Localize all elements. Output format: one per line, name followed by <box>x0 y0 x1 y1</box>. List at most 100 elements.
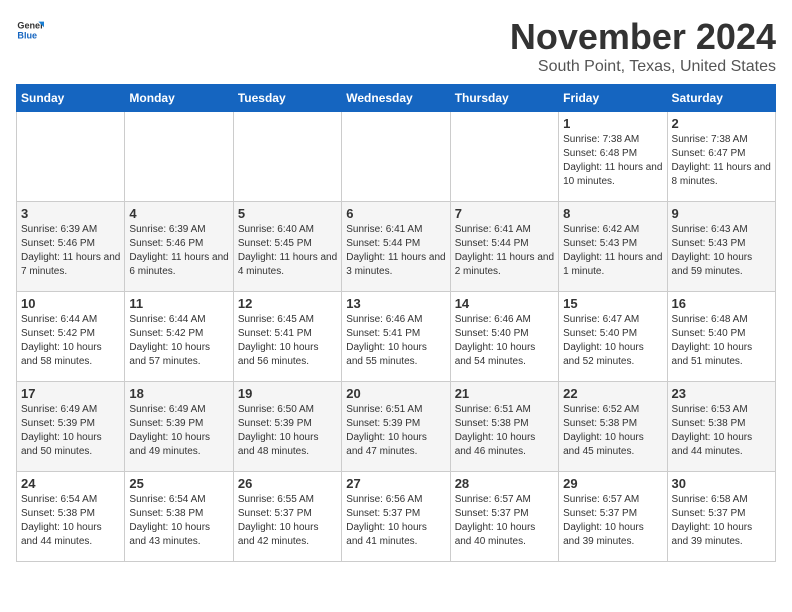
calendar-cell: 20 Sunrise: 6:51 AM Sunset: 5:39 PM Dayli… <box>342 382 450 472</box>
day-number: 9 <box>672 206 771 221</box>
day-number: 27 <box>346 476 445 491</box>
day-info: Sunrise: 6:39 AM Sunset: 5:46 PM Dayligh… <box>129 223 228 279</box>
day-number: 21 <box>455 386 554 401</box>
calendar-cell: 12 Sunrise: 6:45 AM Sunset: 5:41 PM Dayli… <box>233 292 341 382</box>
day-number: 5 <box>238 206 337 221</box>
day-info: Sunrise: 6:48 AM Sunset: 5:40 PM Dayligh… <box>672 313 771 369</box>
calendar-cell <box>125 112 233 202</box>
header-friday: Friday <box>559 85 667 112</box>
calendar-cell: 11 Sunrise: 6:44 AM Sunset: 5:42 PM Dayli… <box>125 292 233 382</box>
day-info: Sunrise: 6:58 AM Sunset: 5:37 PM Dayligh… <box>672 493 771 549</box>
header-saturday: Saturday <box>667 85 775 112</box>
calendar-week-row: 24 Sunrise: 6:54 AM Sunset: 5:38 PM Dayli… <box>17 472 776 562</box>
calendar-cell: 17 Sunrise: 6:49 AM Sunset: 5:39 PM Dayli… <box>17 382 125 472</box>
calendar-cell: 26 Sunrise: 6:55 AM Sunset: 5:37 PM Dayli… <box>233 472 341 562</box>
day-number: 26 <box>238 476 337 491</box>
day-info: Sunrise: 6:49 AM Sunset: 5:39 PM Dayligh… <box>21 403 120 459</box>
day-info: Sunrise: 6:54 AM Sunset: 5:38 PM Dayligh… <box>129 493 228 549</box>
day-info: Sunrise: 6:45 AM Sunset: 5:41 PM Dayligh… <box>238 313 337 369</box>
day-info: Sunrise: 6:56 AM Sunset: 5:37 PM Dayligh… <box>346 493 445 549</box>
calendar-cell: 5 Sunrise: 6:40 AM Sunset: 5:45 PM Daylig… <box>233 202 341 292</box>
calendar-subtitle: South Point, Texas, United States <box>510 58 776 76</box>
calendar-cell: 29Sunrise: 6:57 AM Sunset: 5:37 PM Dayli… <box>559 472 667 562</box>
day-info: Sunrise: 7:38 AM Sunset: 6:48 PM Dayligh… <box>563 133 662 189</box>
day-info: Sunrise: 7:38 AM Sunset: 6:47 PM Dayligh… <box>672 133 771 189</box>
calendar-cell: 2Sunrise: 7:38 AM Sunset: 6:47 PM Daylig… <box>667 112 775 202</box>
calendar-cell: 23 Sunrise: 6:53 AM Sunset: 5:38 PM Dayli… <box>667 382 775 472</box>
day-number: 18 <box>129 386 228 401</box>
day-info: Sunrise: 6:42 AM Sunset: 5:43 PM Dayligh… <box>563 223 662 279</box>
calendar-cell: 8 Sunrise: 6:42 AM Sunset: 5:43 PM Daylig… <box>559 202 667 292</box>
day-number: 28 <box>455 476 554 491</box>
calendar-week-row: 17 Sunrise: 6:49 AM Sunset: 5:39 PM Dayli… <box>17 382 776 472</box>
day-info: Sunrise: 6:53 AM Sunset: 5:38 PM Dayligh… <box>672 403 771 459</box>
weekday-header-row: Sunday Monday Tuesday Wednesday Thursday… <box>17 85 776 112</box>
day-number: 23 <box>672 386 771 401</box>
calendar-cell: 18Sunrise: 6:49 AM Sunset: 5:39 PM Dayli… <box>125 382 233 472</box>
day-number: 3 <box>21 206 120 221</box>
day-info: Sunrise: 6:55 AM Sunset: 5:37 PM Dayligh… <box>238 493 337 549</box>
day-number: 30 <box>672 476 771 491</box>
day-info: Sunrise: 6:57 AM Sunset: 5:37 PM Dayligh… <box>455 493 554 549</box>
day-info: Sunrise: 6:51 AM Sunset: 5:39 PM Dayligh… <box>346 403 445 459</box>
calendar-cell: 1Sunrise: 7:38 AM Sunset: 6:48 PM Daylig… <box>559 112 667 202</box>
calendar-week-row: 1Sunrise: 7:38 AM Sunset: 6:48 PM Daylig… <box>17 112 776 202</box>
day-info: Sunrise: 6:57 AM Sunset: 5:37 PM Dayligh… <box>563 493 662 549</box>
day-number: 19 <box>238 386 337 401</box>
calendar-cell <box>17 112 125 202</box>
header-sunday: Sunday <box>17 85 125 112</box>
day-info: Sunrise: 6:43 AM Sunset: 5:43 PM Dayligh… <box>672 223 771 279</box>
day-info: Sunrise: 6:41 AM Sunset: 5:44 PM Dayligh… <box>455 223 554 279</box>
day-info: Sunrise: 6:44 AM Sunset: 5:42 PM Dayligh… <box>129 313 228 369</box>
day-number: 14 <box>455 296 554 311</box>
day-info: Sunrise: 6:52 AM Sunset: 5:38 PM Dayligh… <box>563 403 662 459</box>
day-number: 12 <box>238 296 337 311</box>
calendar-cell: 28 Sunrise: 6:57 AM Sunset: 5:37 PM Dayli… <box>450 472 558 562</box>
day-number: 11 <box>129 296 228 311</box>
day-info: Sunrise: 6:40 AM Sunset: 5:45 PM Dayligh… <box>238 223 337 279</box>
day-number: 16 <box>672 296 771 311</box>
day-number: 22 <box>563 386 662 401</box>
calendar-cell: 16 Sunrise: 6:48 AM Sunset: 5:40 PM Dayli… <box>667 292 775 382</box>
calendar-week-row: 10 Sunrise: 6:44 AM Sunset: 5:42 PM Dayli… <box>17 292 776 382</box>
day-info: Sunrise: 6:39 AM Sunset: 5:46 PM Dayligh… <box>21 223 120 279</box>
title-area: November 2024 South Point, Texas, United… <box>510 16 776 76</box>
header-tuesday: Tuesday <box>233 85 341 112</box>
calendar-cell <box>342 112 450 202</box>
day-number: 13 <box>346 296 445 311</box>
day-number: 24 <box>21 476 120 491</box>
calendar-cell: 6Sunrise: 6:41 AM Sunset: 5:44 PM Daylig… <box>342 202 450 292</box>
header-wednesday: Wednesday <box>342 85 450 112</box>
day-info: Sunrise: 6:46 AM Sunset: 5:40 PM Dayligh… <box>455 313 554 369</box>
logo-icon: General Blue <box>16 16 44 44</box>
day-info: Sunrise: 6:54 AM Sunset: 5:38 PM Dayligh… <box>21 493 120 549</box>
calendar-cell: 15 Sunrise: 6:47 AM Sunset: 5:40 PM Dayli… <box>559 292 667 382</box>
calendar-cell: 27 Sunrise: 6:56 AM Sunset: 5:37 PM Dayli… <box>342 472 450 562</box>
calendar-cell: 25 Sunrise: 6:54 AM Sunset: 5:38 PM Dayli… <box>125 472 233 562</box>
header-monday: Monday <box>125 85 233 112</box>
calendar-cell: 30 Sunrise: 6:58 AM Sunset: 5:37 PM Dayli… <box>667 472 775 562</box>
calendar-cell: 4 Sunrise: 6:39 AM Sunset: 5:46 PM Daylig… <box>125 202 233 292</box>
calendar-cell: 3 Sunrise: 6:39 AM Sunset: 5:46 PM Daylig… <box>17 202 125 292</box>
calendar-week-row: 3 Sunrise: 6:39 AM Sunset: 5:46 PM Daylig… <box>17 202 776 292</box>
calendar-title: November 2024 <box>510 16 776 58</box>
calendar-cell: 7 Sunrise: 6:41 AM Sunset: 5:44 PM Daylig… <box>450 202 558 292</box>
calendar-cell: 10 Sunrise: 6:44 AM Sunset: 5:42 PM Dayli… <box>17 292 125 382</box>
day-info: Sunrise: 6:50 AM Sunset: 5:39 PM Dayligh… <box>238 403 337 459</box>
day-number: 17 <box>21 386 120 401</box>
calendar-cell: 24 Sunrise: 6:54 AM Sunset: 5:38 PM Dayli… <box>17 472 125 562</box>
day-number: 10 <box>21 296 120 311</box>
day-info: Sunrise: 6:47 AM Sunset: 5:40 PM Dayligh… <box>563 313 662 369</box>
day-number: 7 <box>455 206 554 221</box>
day-number: 25 <box>129 476 228 491</box>
calendar-cell: 13 Sunrise: 6:46 AM Sunset: 5:41 PM Dayli… <box>342 292 450 382</box>
calendar-cell: 22 Sunrise: 6:52 AM Sunset: 5:38 PM Dayli… <box>559 382 667 472</box>
day-number: 15 <box>563 296 662 311</box>
day-number: 20 <box>346 386 445 401</box>
day-info: Sunrise: 6:44 AM Sunset: 5:42 PM Dayligh… <box>21 313 120 369</box>
day-number: 8 <box>563 206 662 221</box>
day-info: Sunrise: 6:46 AM Sunset: 5:41 PM Dayligh… <box>346 313 445 369</box>
calendar-cell <box>233 112 341 202</box>
day-info: Sunrise: 6:41 AM Sunset: 5:44 PM Dayligh… <box>346 223 445 279</box>
day-number: 4 <box>129 206 228 221</box>
